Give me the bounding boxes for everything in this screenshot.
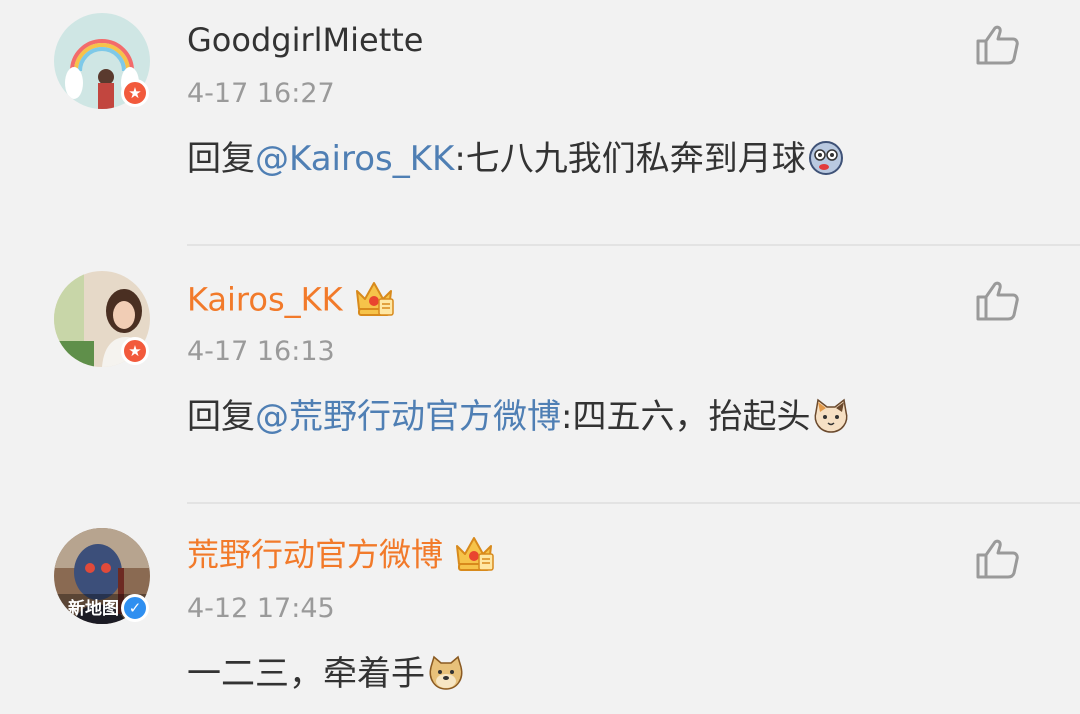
username[interactable]: Kairos_KK [187,277,395,326]
dizzy-face-emoji-icon [808,140,844,187]
comment-text: 回复@Kairos_KK:七八九我们私奔到月球 [187,137,844,187]
comment-item: ★ GoodgirlMiette 4-17 16:27 回复@Kairos_KK… [0,0,1080,246]
user-badge-icon: ★ [121,337,149,365]
doge-emoji-icon [427,655,465,702]
cat-face-emoji-icon [812,398,850,445]
comment-time: 4-17 16:27 [187,78,335,109]
vip-crown-icon [353,277,395,326]
vip-crown-icon [453,532,495,581]
username[interactable]: GoodgirlMiette [187,20,423,60]
comment-item: 新地图 ✓ 荒野行动官方微博 4-12 17:45 一二三，牵着手 [0,504,1080,714]
comment-body: :七八九我们私奔到月球 [454,139,806,179]
thumbs-up-icon[interactable] [973,534,1021,582]
thumbs-up-icon[interactable] [973,276,1021,324]
verified-badge-icon: ✓ [121,594,149,622]
comment-text: 一二三，牵着手 [187,652,465,702]
user-badge-icon: ★ [121,79,149,107]
comment-time: 4-12 17:45 [187,593,335,624]
reply-prefix: 回复 [187,397,255,437]
comment-body: 一二三，牵着手 [187,654,425,694]
comment-time: 4-17 16:13 [187,336,335,367]
reply-prefix: 回复 [187,139,255,179]
avatar-text: 新地图 [68,598,119,619]
comment-item: ★ Kairos_KK 4-17 16:13 回复@荒野行动官方微博:四五六，抬… [0,246,1080,504]
username[interactable]: 荒野行动官方微博 [187,532,495,581]
comment-text: 回复@荒野行动官方微博:四五六，抬起头 [187,395,850,445]
thumbs-up-icon[interactable] [973,20,1021,68]
comment-body: :四五六，抬起头 [561,397,811,437]
mention-link[interactable]: @荒野行动官方微博 [255,397,561,437]
mention-link[interactable]: @Kairos_KK [255,139,454,179]
